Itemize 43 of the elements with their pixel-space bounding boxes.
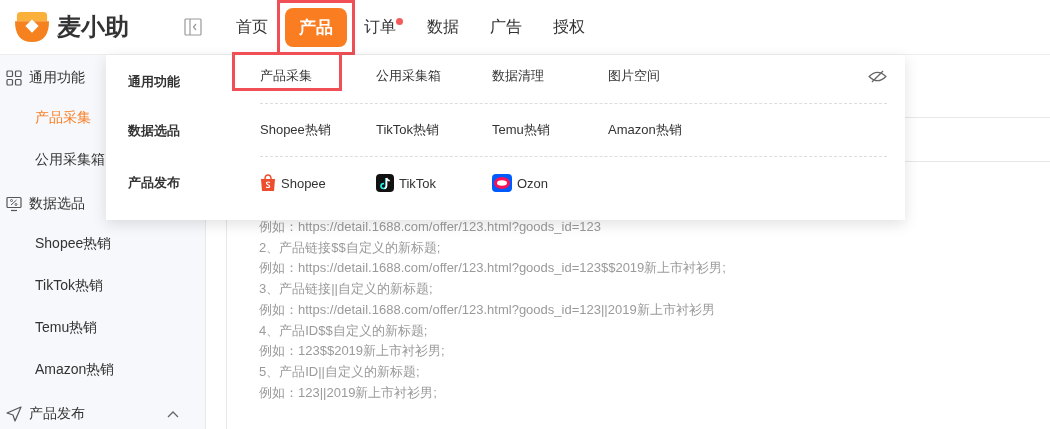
monitor-icon: [6, 196, 22, 212]
instruction-line: 3、产品链接||自定义的新标题;: [259, 280, 434, 299]
menu-item[interactable]: 公用采集箱: [376, 67, 441, 85]
music-note-icon: [376, 174, 394, 192]
brand-name: 麦小助: [57, 12, 129, 42]
menu-category: 通用功能: [128, 72, 181, 91]
sidebar-item[interactable]: TikTok热销: [0, 265, 103, 307]
instruction-line: 5、产品ID||自定义的新标题;: [259, 362, 421, 381]
grid-icon: [6, 70, 22, 86]
sidebar-item[interactable]: Amazon热销: [0, 349, 115, 391]
instruction-line: 例如：123$$2019新上市衬衫男;: [259, 342, 446, 361]
sidebar-item[interactable]: Shopee热销: [0, 223, 112, 265]
menu-item[interactable]: Temu热销: [492, 121, 550, 139]
oval-logo-icon: [492, 174, 512, 192]
nav-tab[interactable]: 数据: [413, 8, 473, 46]
instruction-line: 例如：123||2019新上市衬衫男;: [259, 383, 438, 402]
instruction-line: 例如：https://detail.1688.com/offer/123.html?goods_id=123$$2019新上市衬衫男;: [259, 259, 727, 278]
menu-item[interactable]: TikTok热销: [376, 121, 440, 139]
menu-item[interactable]: 产品采集: [260, 67, 312, 85]
sidebar-item[interactable]: Temu热销: [0, 307, 98, 349]
menu-item[interactable]: 图片空间: [608, 67, 660, 85]
instruction-line: 2、产品链接$$自定义的新标题;: [259, 238, 442, 257]
menu-item[interactable]: 数据清理: [492, 67, 544, 85]
sidebar-group[interactable]: 产品发布: [0, 395, 205, 429]
nav-tab[interactable]: 授权: [539, 8, 599, 46]
logo-icon: [13, 10, 51, 44]
nav-tab[interactable]: 订单: [350, 8, 410, 46]
menu-category: 数据选品: [128, 121, 181, 140]
instruction-line: 4、产品ID$$自定义的新标题;: [259, 321, 429, 340]
menu-item[interactable]: TikTok: [376, 174, 437, 192]
nav-tab[interactable]: 广告: [476, 8, 536, 46]
menu-item[interactable]: Ozon: [492, 174, 549, 192]
menu-item[interactable]: Amazon热销: [608, 121, 682, 139]
sidebar-item[interactable]: 公用采集箱: [0, 139, 105, 181]
shopping-bag-icon: [260, 174, 276, 192]
send-icon: [6, 406, 22, 422]
instruction-line: 例如：https://detail.1688.com/offer/123.html?goods_id=123: [259, 218, 602, 236]
menu-item[interactable]: Shopee: [260, 174, 326, 192]
menu-category: 产品发布: [128, 174, 181, 192]
hide-icon[interactable]: [868, 70, 887, 83]
menu-item[interactable]: Shopee热销: [260, 121, 331, 139]
instruction-line: 例如：https://detail.1688.com/offer/123.html?goods_id=123||2019新上市衬衫男: [259, 300, 716, 319]
nav-tab[interactable]: 首页: [222, 8, 282, 46]
